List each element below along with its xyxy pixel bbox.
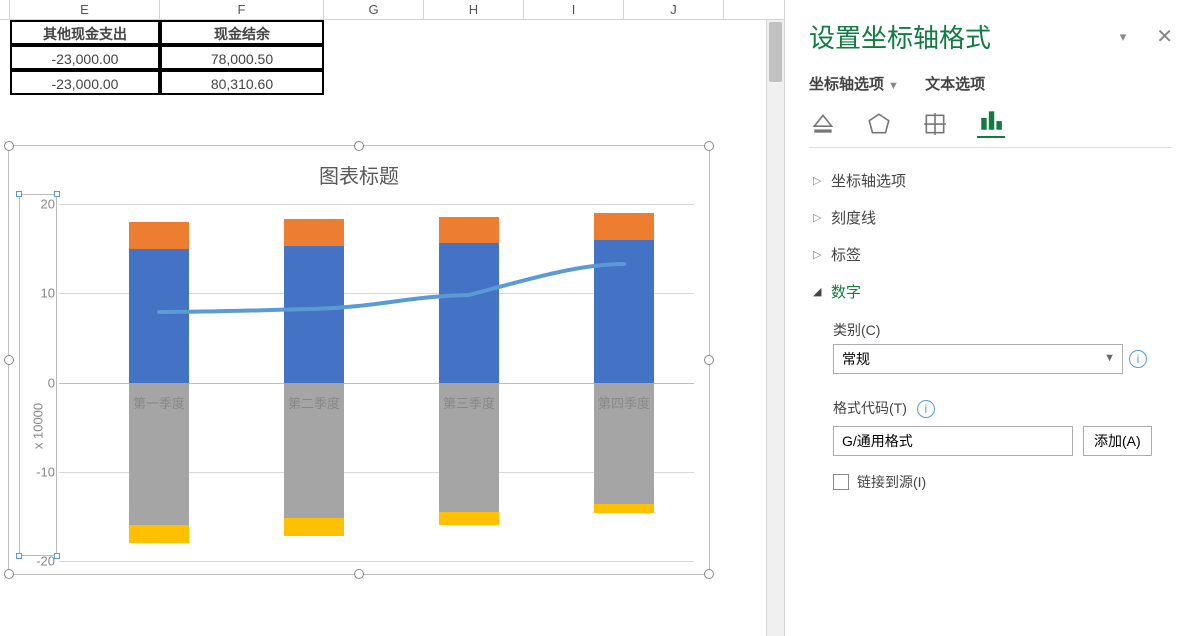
tab-text-options[interactable]: 文本选项: [925, 73, 985, 94]
category-label: 第三季度: [409, 393, 529, 412]
col-letter[interactable]: H: [424, 0, 524, 19]
resize-handle[interactable]: [4, 355, 14, 365]
chart-object[interactable]: 图表标题 20 10 0 -10 -20: [8, 145, 710, 575]
section-number[interactable]: ◢ 数字: [809, 273, 1173, 310]
category-label: 类别(C): [833, 320, 1173, 340]
fill-line-icon[interactable]: [809, 110, 837, 138]
axis-options-icon[interactable]: [977, 110, 1005, 138]
pane-tabs: 坐标轴选项▼ 文本选项: [809, 73, 1173, 94]
resize-handle[interactable]: [354, 569, 364, 579]
chevron-right-icon: ▷: [813, 211, 825, 224]
bars: [59, 204, 694, 561]
resize-handle[interactable]: [354, 141, 364, 151]
sheet-rows: 其他现金支出 现金结余 -23,000.00 78,000.50 -23,000…: [0, 20, 784, 95]
chevron-down-icon: ◢: [813, 285, 825, 298]
data-cell[interactable]: -23,000.00: [10, 45, 160, 70]
resize-handle[interactable]: [4, 569, 14, 579]
section-labels[interactable]: ▷ 标签: [809, 236, 1173, 273]
chevron-right-icon: ▷: [813, 248, 825, 261]
column-letters-row: E F G H I J: [0, 0, 784, 20]
col-letter[interactable]: F: [160, 0, 324, 19]
resize-handle[interactable]: [4, 141, 14, 151]
info-icon[interactable]: i: [1129, 350, 1147, 368]
scrollbar-thumb[interactable]: [769, 22, 782, 82]
pane-options-dropdown-icon[interactable]: ▾: [1120, 29, 1127, 45]
resize-handle[interactable]: [704, 355, 714, 365]
data-cell[interactable]: 78,000.50: [160, 45, 324, 70]
header-cell[interactable]: 其他现金支出: [10, 20, 160, 45]
section-tick-marks[interactable]: ▷ 刻度线: [809, 199, 1173, 236]
category-label: 第四季度: [564, 393, 684, 412]
close-icon[interactable]: ✕: [1156, 24, 1173, 49]
category-select[interactable]: 常规: [833, 344, 1123, 374]
add-button[interactable]: 添加(A): [1083, 426, 1152, 456]
y-axis-title[interactable]: x 10000: [31, 403, 46, 449]
col-letter[interactable]: J: [624, 0, 724, 19]
section-axis-options[interactable]: ▷ 坐标轴选项: [809, 162, 1173, 199]
header-cell[interactable]: 现金结余: [160, 20, 324, 45]
col-letter[interactable]: E: [10, 0, 160, 19]
category-label: 第一季度: [99, 393, 219, 412]
format-code-input[interactable]: [833, 426, 1073, 456]
chevron-right-icon: ▷: [813, 174, 825, 187]
info-icon[interactable]: i: [917, 400, 935, 418]
category-label: 第二季度: [254, 393, 374, 412]
col-letter[interactable]: G: [324, 0, 424, 19]
vertical-scrollbar[interactable]: [766, 20, 784, 636]
chart-title[interactable]: 图表标题: [9, 160, 709, 189]
size-properties-icon[interactable]: [921, 110, 949, 138]
number-format-form: 类别(C) 常规 ▼ i 格式代码(T) i 添加(A): [833, 320, 1173, 492]
format-code-label: 格式代码(T) i: [833, 398, 1173, 418]
resize-handle[interactable]: [704, 569, 714, 579]
col-letter[interactable]: I: [524, 0, 624, 19]
resize-handle[interactable]: [704, 141, 714, 151]
effects-icon[interactable]: [865, 110, 893, 138]
tab-axis-options[interactable]: 坐标轴选项▼: [809, 73, 899, 94]
data-cell[interactable]: -23,000.00: [10, 70, 160, 95]
pane-title: 设置坐标轴格式: [809, 18, 991, 55]
chart-plot-area[interactable]: 20 10 0 -10 -20: [59, 204, 694, 561]
section-list: ▷ 坐标轴选项 ▷ 刻度线 ▷ 标签 ◢ 数字 类别(C) 常规 ▼: [809, 162, 1173, 492]
format-axis-pane: 设置坐标轴格式 ▾ ✕ 坐标轴选项▼ 文本选项 ▷ 坐标轴选项: [785, 0, 1193, 636]
link-to-source-checkbox[interactable]: [833, 474, 849, 490]
spreadsheet-area: E F G H I J 其他现金支出 现金结余 -23,000.00 78,00…: [0, 0, 785, 636]
pane-icon-tabs: [809, 110, 1173, 148]
data-cell[interactable]: 80,310.60: [160, 70, 324, 95]
link-to-source-label: 链接到源(I): [857, 472, 926, 492]
